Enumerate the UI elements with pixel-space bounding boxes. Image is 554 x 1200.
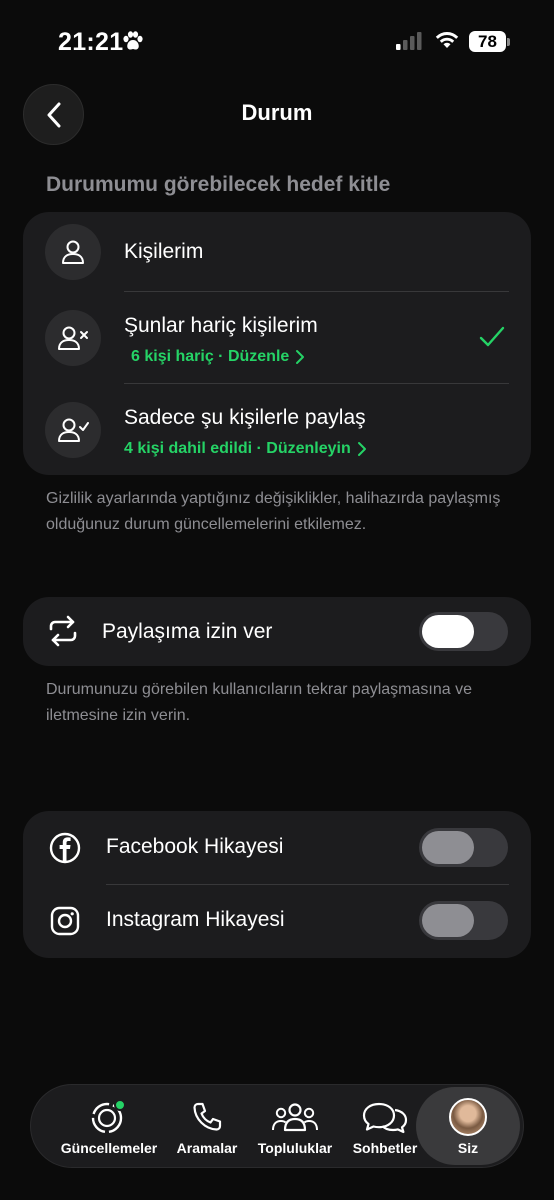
audience-option-sub: 6 kişi hariç · Düzenle [131, 348, 290, 365]
tab-chats[interactable]: Sohbetler [346, 1085, 424, 1169]
audience-option-except[interactable]: Şunlar hariç kişilerim 6 kişi hariç · Dü… [23, 292, 531, 384]
status-bar: 21:21 78 [0, 0, 554, 80]
tab-calls[interactable]: Aramalar [168, 1085, 246, 1169]
tab-you[interactable]: Siz [416, 1085, 520, 1169]
signal-icon [396, 32, 424, 55]
communities-icon [271, 1098, 319, 1136]
social-stories-card: Facebook Hikayesi Instagram Hikayesi [23, 811, 531, 958]
tab-label: Siz [457, 1140, 479, 1156]
audience-option-only-share[interactable]: Sadece şu kişilerle paylaş 4 kişi dahil … [23, 384, 531, 475]
person-icon [45, 224, 101, 280]
chats-icon [361, 1098, 409, 1136]
toggle-knob [422, 904, 474, 937]
updates-icon [89, 1098, 129, 1136]
facebook-icon [49, 832, 81, 869]
phone-icon [190, 1098, 224, 1136]
tab-label: Güncellemeler [60, 1140, 158, 1156]
avatar [449, 1098, 487, 1136]
section-title-audience: Durumumu görebilecek hedef kitle [46, 173, 391, 196]
status-time: 21:21 [58, 28, 124, 56]
battery-level: 78 [469, 31, 506, 52]
resharing-label: Paylaşıma izin ver [102, 620, 273, 643]
tab-bar: Güncellemeler Aramalar Topluluklar Sohbe… [30, 1084, 524, 1168]
checkmark-icon [478, 325, 506, 354]
instagram-story-row: Instagram Hikayesi [23, 885, 531, 958]
instagram-story-toggle[interactable] [419, 901, 508, 940]
audience-option-contacts[interactable]: Kişilerim [23, 212, 531, 292]
resharing-footnote: Durumunuzu görebilen kullanıcıların tekr… [46, 681, 472, 724]
chevron-right-icon [357, 442, 366, 456]
person-check-icon [45, 402, 101, 458]
resharing-toggle[interactable] [419, 612, 508, 651]
audience-footnote: Gizlilik ayarlarında yaptığınız değişikl… [46, 490, 501, 533]
audience-option-edit-link[interactable]: 4 kişi dahil edildi · Düzenleyin [124, 440, 367, 458]
repeat-icon [47, 615, 79, 652]
audience-option-label: Sadece şu kişilerle paylaş [124, 406, 366, 429]
facebook-story-label: Facebook Hikayesi [106, 835, 284, 858]
chevron-right-icon [296, 350, 305, 364]
audience-option-edit-link[interactable]: 6 kişi hariç · Düzenle [131, 348, 305, 366]
tab-label: Topluluklar [257, 1140, 333, 1156]
instagram-icon [49, 905, 81, 942]
page-title: Durum [241, 100, 313, 125]
audience-options-card: Kişilerim Şunlar hariç kişilerim 6 kişi … [23, 212, 531, 475]
audience-option-label: Şunlar hariç kişilerim [124, 314, 318, 337]
tab-label: Sohbetler [352, 1140, 418, 1156]
resharing-card: Paylaşıma izin ver [23, 597, 531, 666]
person-x-icon [45, 310, 101, 366]
tab-updates[interactable]: Güncellemeler [57, 1085, 161, 1169]
tab-label: Aramalar [176, 1140, 238, 1156]
tab-communities[interactable]: Topluluklar [253, 1085, 337, 1169]
avatar-wrapper [449, 1098, 487, 1136]
audience-option-sub: 4 kişi dahil edildi · Düzenleyin [124, 440, 351, 457]
facebook-story-row: Facebook Hikayesi [23, 811, 531, 884]
instagram-story-label: Instagram Hikayesi [106, 908, 285, 931]
wifi-icon [434, 30, 460, 55]
audience-option-label: Kişilerim [124, 240, 204, 263]
facebook-story-toggle[interactable] [419, 828, 508, 867]
toggle-knob [422, 615, 474, 648]
battery-tip [507, 38, 510, 46]
toggle-knob [422, 831, 474, 864]
paw-icon [122, 31, 144, 56]
